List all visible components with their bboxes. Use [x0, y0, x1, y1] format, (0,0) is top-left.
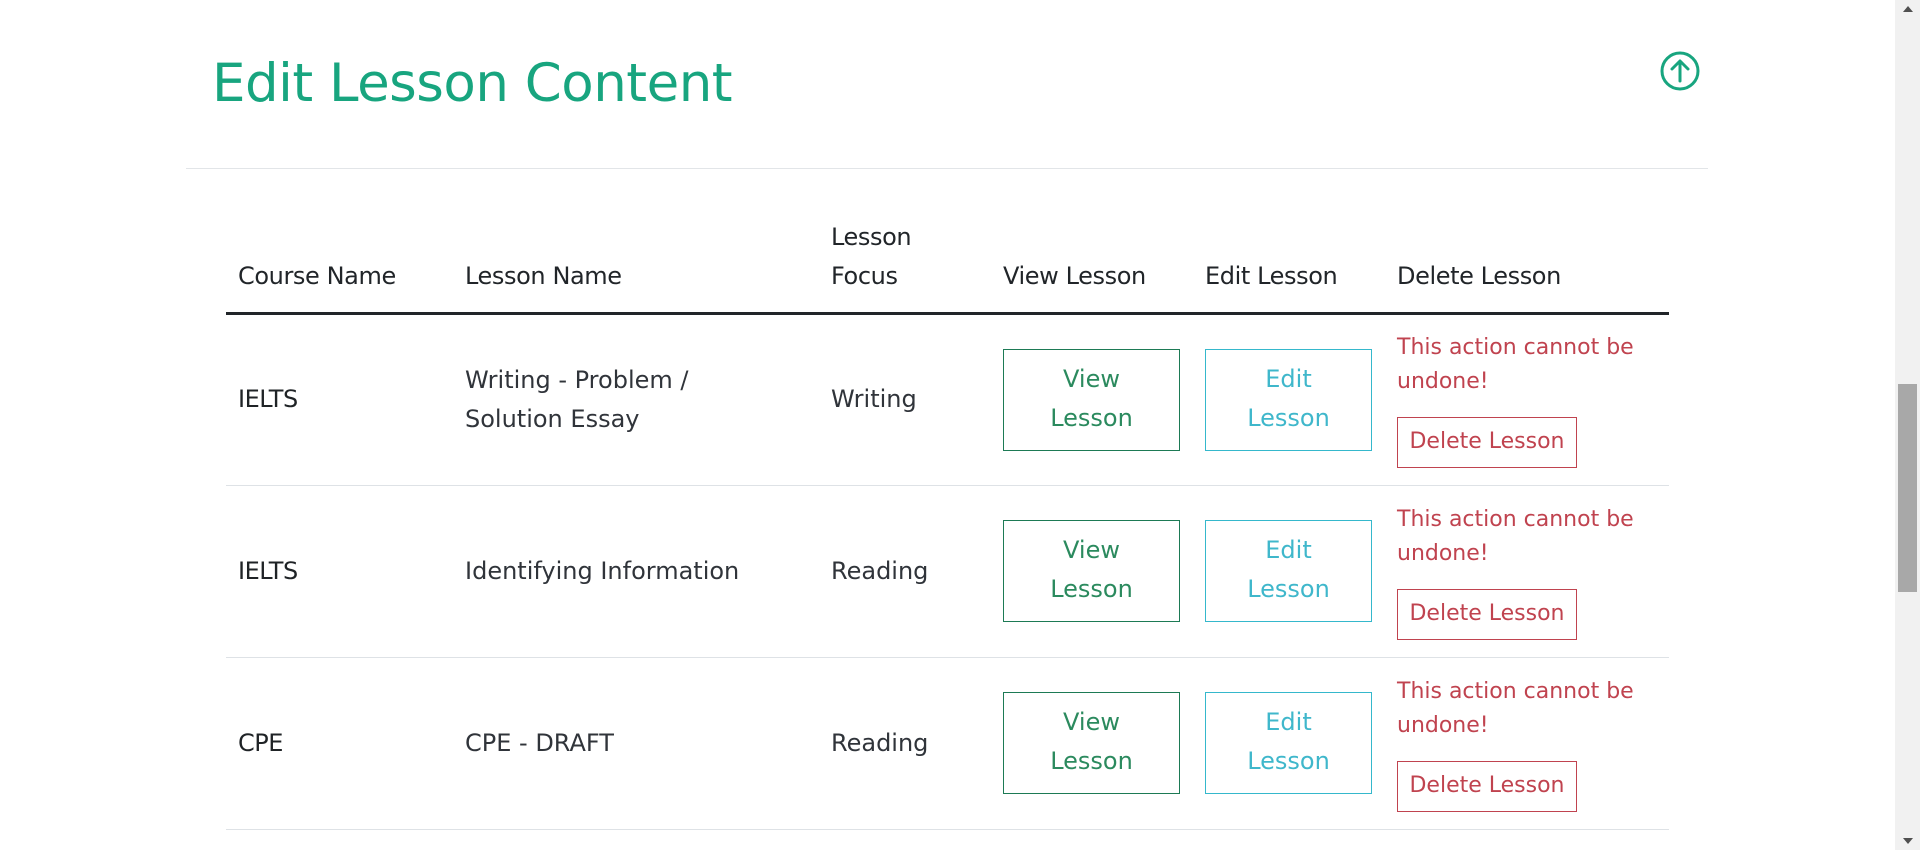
scroll-to-top-button[interactable] [1660, 51, 1700, 91]
table-header-row: Course Name Lesson Name Lesson Focus Vie… [226, 215, 1669, 315]
scrollbar-down-button[interactable] [1895, 832, 1920, 850]
header-divider [186, 168, 1708, 169]
lesson-name-cell: Writing - Problem / Solution Essay [453, 313, 819, 486]
delete-lesson-button[interactable]: Delete Lesson [1397, 760, 1577, 812]
delete-warning-text: This action cannot be undone! [1397, 335, 1634, 394]
scrollbar-thumb[interactable] [1898, 384, 1917, 592]
delete-lesson-cell: This action cannot be undone! Delete Les… [1385, 313, 1669, 486]
course-name-cell: CPE [226, 657, 453, 830]
view-lesson-cell: View Lesson [991, 657, 1193, 830]
course-name-cell: IELTS [226, 485, 453, 658]
course-name-cell: IELTS [226, 313, 453, 486]
edit-lesson-label: Edit Lesson [1247, 708, 1330, 775]
lesson-focus-cell: Writing [819, 313, 991, 486]
edit-lesson-button[interactable]: Edit Lesson [1205, 348, 1372, 451]
triangle-down-icon [1902, 838, 1913, 844]
triangle-up-icon [1902, 6, 1913, 12]
edit-lesson-button[interactable]: Edit Lesson [1205, 520, 1372, 622]
delete-warning-text: This action cannot be undone! [1397, 678, 1634, 738]
main-content: Edit Lesson Content Course Name Lesson N… [0, 0, 1895, 850]
edit-lesson-cell: Edit Lesson [1193, 485, 1385, 658]
lesson-name-cell: CPE - DRAFT [453, 657, 819, 830]
view-lesson-label: View Lesson [1050, 708, 1133, 775]
table-row: IELTS Writing - Problem / Solution Essay… [226, 313, 1669, 486]
header-edit-lesson: Edit Lesson [1193, 215, 1385, 315]
view-lesson-button[interactable]: View Lesson [1003, 348, 1180, 451]
lesson-name-cell: Identifying Information [453, 485, 819, 658]
lesson-name: Writing - Problem / Solution Essay [465, 365, 689, 433]
view-lesson-button[interactable]: View Lesson [1003, 520, 1180, 622]
table-row: IELTS Identifying Information Reading Vi… [226, 485, 1669, 658]
view-lesson-button[interactable]: View Lesson [1003, 692, 1180, 794]
table-row: CPE CPE - DRAFT Reading View Lesson Edit… [226, 657, 1669, 830]
delete-lesson-cell: This action cannot be undone! Delete Les… [1385, 485, 1669, 658]
lesson-focus-cell: Reading [819, 485, 991, 658]
edit-lesson-cell: Edit Lesson [1193, 657, 1385, 830]
delete-lesson-button[interactable]: Delete Lesson [1397, 588, 1577, 640]
view-lesson-cell: View Lesson [991, 313, 1193, 486]
lessons-table: Course Name Lesson Name Lesson Focus Vie… [226, 215, 1669, 830]
view-lesson-cell: View Lesson [991, 485, 1193, 658]
edit-lesson-cell: Edit Lesson [1193, 313, 1385, 486]
edit-lesson-label: Edit Lesson [1247, 364, 1330, 432]
header-course-name: Course Name [226, 215, 453, 315]
vertical-scrollbar[interactable] [1895, 0, 1920, 850]
edit-lesson-label: Edit Lesson [1247, 536, 1330, 603]
scrollbar-up-button[interactable] [1895, 0, 1920, 18]
header-view-lesson: View Lesson [991, 215, 1193, 315]
edit-lesson-button[interactable]: Edit Lesson [1205, 692, 1372, 794]
delete-lesson-cell: This action cannot be undone! Delete Les… [1385, 657, 1669, 830]
arrow-up-circle-icon [1660, 51, 1700, 91]
header-delete-lesson: Delete Lesson [1385, 215, 1669, 315]
header-lesson-name: Lesson Name [453, 215, 819, 315]
header-lesson-focus: Lesson Focus [819, 215, 991, 315]
view-lesson-label: View Lesson [1050, 536, 1133, 603]
delete-warning-text: This action cannot be undone! [1397, 506, 1634, 566]
view-lesson-label: View Lesson [1050, 364, 1133, 432]
delete-lesson-button[interactable]: Delete Lesson [1397, 417, 1577, 468]
page: Edit Lesson Content Course Name Lesson N… [0, 0, 1920, 850]
header-lesson-focus-label: Lesson Focus [831, 222, 912, 290]
page-title: Edit Lesson Content [212, 53, 733, 114]
lesson-focus-cell: Reading [819, 657, 991, 830]
